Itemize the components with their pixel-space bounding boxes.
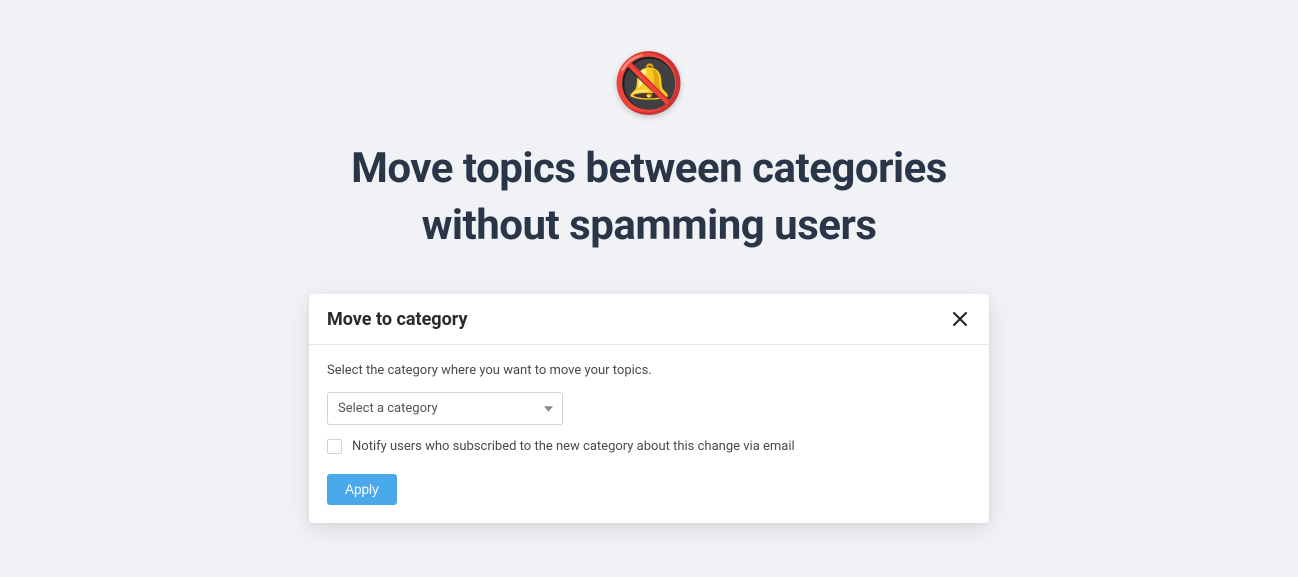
notify-checkbox-row: Notify users who subscribed to the new c… bbox=[327, 439, 971, 454]
notify-checkbox-label[interactable]: Notify users who subscribed to the new c… bbox=[352, 439, 795, 454]
category-select-box[interactable]: Select a category bbox=[327, 392, 563, 425]
page-headline: Move topics between categories without s… bbox=[351, 141, 947, 254]
headline-line-1: Move topics between categories bbox=[351, 144, 947, 193]
apply-button[interactable]: Apply bbox=[327, 474, 397, 505]
category-select[interactable]: Select a category bbox=[327, 392, 563, 425]
category-select-placeholder: Select a category bbox=[338, 401, 438, 416]
notify-checkbox[interactable] bbox=[327, 439, 342, 454]
dialog-instruction: Select the category where you want to mo… bbox=[327, 363, 971, 378]
dialog-body: Select the category where you want to mo… bbox=[309, 345, 989, 523]
move-to-category-dialog: Move to category Select the category whe… bbox=[309, 294, 989, 523]
no-bell-icon: 🔕 bbox=[613, 55, 685, 113]
headline-line-2: without spamming users bbox=[422, 201, 877, 250]
close-button[interactable] bbox=[949, 308, 971, 330]
close-icon bbox=[952, 311, 968, 327]
dialog-title: Move to category bbox=[327, 309, 468, 330]
dialog-header: Move to category bbox=[309, 294, 989, 345]
